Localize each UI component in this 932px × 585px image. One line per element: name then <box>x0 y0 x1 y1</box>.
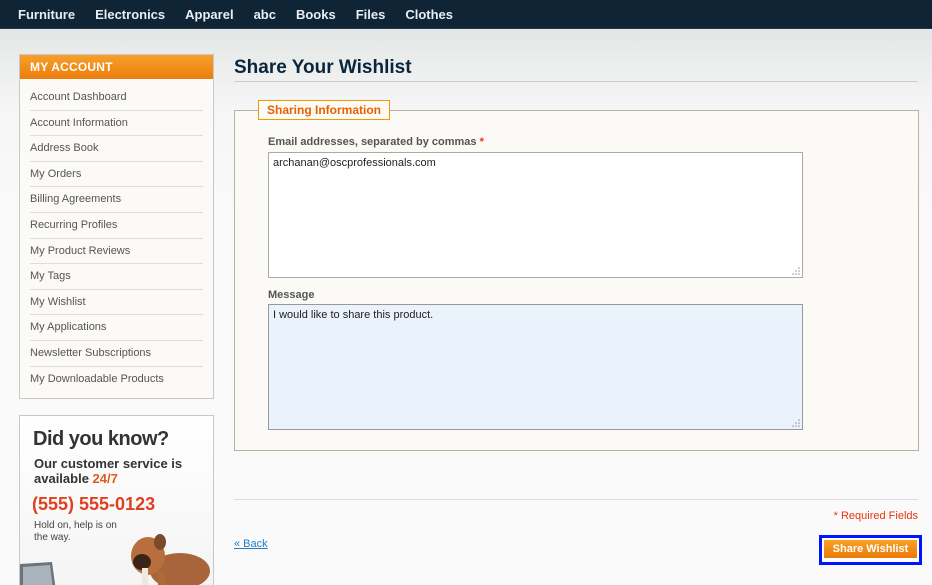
share-wishlist-button[interactable]: Share Wishlist <box>824 540 917 558</box>
nav-item-apparel[interactable]: Apparel <box>185 7 233 22</box>
nav-item-clothes[interactable]: Clothes <box>405 7 453 22</box>
nav-item-electronics[interactable]: Electronics <box>95 7 165 22</box>
email-addresses-value: archanan@oscprofessionals.com <box>273 157 436 169</box>
fieldset-legend: Sharing Information <box>258 100 390 120</box>
nav-item-files[interactable]: Files <box>356 7 386 22</box>
email-addresses-input[interactable]: archanan@oscprofessionals.com <box>268 152 803 278</box>
sidebar-item-my-tags[interactable]: My Tags <box>30 264 203 290</box>
sidebar-item-account-dashboard[interactable]: Account Dashboard <box>30 85 203 111</box>
nav-item-abc[interactable]: abc <box>254 7 276 22</box>
nav-item-books[interactable]: Books <box>296 7 336 22</box>
account-menu: Account Dashboard Account Information Ad… <box>20 85 213 392</box>
required-asterisk: * <box>479 136 484 148</box>
promo-highlight: 24/7 <box>92 471 118 486</box>
sidebar-item-billing-agreements[interactable]: Billing Agreements <box>30 187 203 213</box>
message-input[interactable]: I would like to share this product. <box>268 304 803 430</box>
title-divider <box>234 81 918 82</box>
sidebar-title: MY ACCOUNT <box>20 55 213 79</box>
sidebar-item-my-product-reviews[interactable]: My Product Reviews <box>30 239 203 265</box>
sidebar-item-my-wishlist[interactable]: My Wishlist <box>30 290 203 316</box>
my-account-sidebar: MY ACCOUNT Account Dashboard Account Inf… <box>19 54 214 399</box>
promo-text: Our customer service is available 24/7 <box>34 456 184 486</box>
email-label: Email addresses, separated by commas * <box>268 136 484 148</box>
buttons-divider <box>234 499 918 500</box>
page-title: Share Your Wishlist <box>234 57 412 78</box>
customer-service-promo[interactable]: Did you know? Our customer service is av… <box>19 415 214 585</box>
sidebar-item-address-book[interactable]: Address Book <box>30 136 203 162</box>
email-label-text: Email addresses, separated by commas <box>268 136 477 148</box>
sidebar-item-my-applications[interactable]: My Applications <box>30 315 203 341</box>
sidebar-item-my-orders[interactable]: My Orders <box>30 162 203 188</box>
sidebar-item-account-information[interactable]: Account Information <box>30 111 203 137</box>
promo-phone: (555) 555-0123 <box>32 494 156 514</box>
resize-grip-icon[interactable] <box>790 265 800 275</box>
top-navigation: Furniture Electronics Apparel abc Books … <box>0 0 932 29</box>
sidebar-item-my-downloadable-products[interactable]: My Downloadable Products <box>30 367 203 393</box>
resize-grip-icon[interactable] <box>790 417 800 427</box>
share-wishlist-focus-outline: Share Wishlist <box>819 535 922 565</box>
sidebar-item-newsletter-subscriptions[interactable]: Newsletter Subscriptions <box>30 341 203 367</box>
dog-laptop-illustration <box>20 534 210 585</box>
sidebar-item-recurring-profiles[interactable]: Recurring Profiles <box>30 213 203 239</box>
message-value: I would like to share this product. <box>273 309 434 321</box>
required-fields-note: * Required Fields <box>833 510 918 522</box>
back-link[interactable]: « Back <box>234 538 268 550</box>
nav-item-furniture[interactable]: Furniture <box>18 7 75 22</box>
promo-heading: Did you know? <box>33 428 169 450</box>
message-label: Message <box>268 289 315 301</box>
